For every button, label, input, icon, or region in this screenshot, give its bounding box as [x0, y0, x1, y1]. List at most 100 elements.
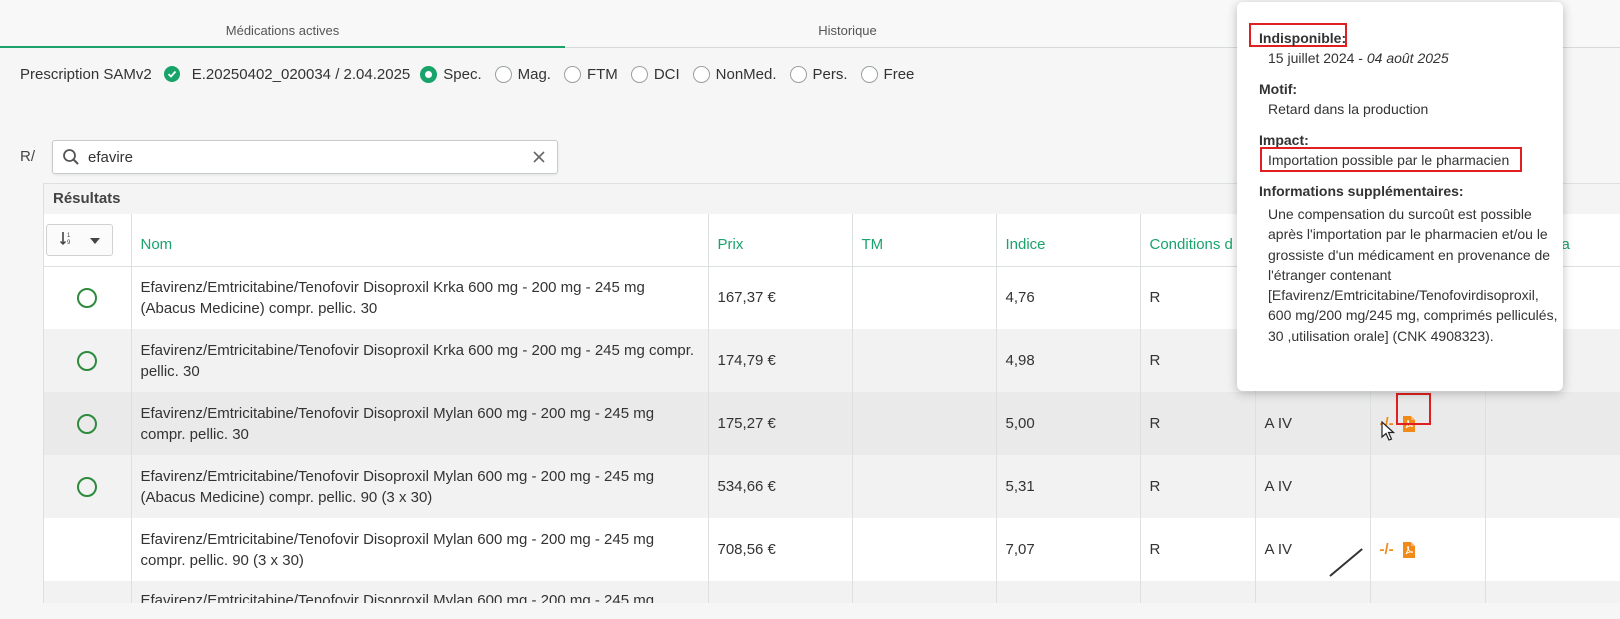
radio-icon: [860, 65, 878, 83]
row-select-cell: [44, 581, 132, 603]
recipe-prefix: R/: [20, 148, 35, 165]
row-select-cell: [44, 266, 132, 329]
row-conditions: R: [1140, 392, 1256, 455]
svg-text:9: 9: [67, 240, 71, 246]
row-availability: [1370, 581, 1486, 603]
row-availability: -/-: [1370, 518, 1486, 581]
row-name: Efavirenz/Emtricitabine/Tenofovir Disopr…: [131, 329, 709, 392]
sort-icon: 19: [59, 230, 75, 250]
mouse-cursor-icon: [1381, 420, 1396, 446]
radio-dci[interactable]: DCI: [630, 65, 680, 83]
row-price: [708, 581, 853, 603]
impact-label: Impact:: [1259, 132, 1309, 148]
row-select-cell: [44, 329, 132, 392]
motif-label: Motif:: [1259, 81, 1298, 97]
svg-text:1: 1: [67, 233, 71, 239]
row-tm: [852, 581, 997, 603]
prescription-label: Prescription SAMv2: [20, 65, 152, 83]
column-header-indice[interactable]: Indice: [996, 214, 1141, 267]
table-row[interactable]: Efavirenz/Emtricitabine/Tenofovir Disopr…: [44, 455, 1620, 518]
row-extra: [1485, 518, 1620, 581]
radio-nonmed[interactable]: NonMed.: [692, 65, 777, 83]
sort-button[interactable]: 19: [46, 223, 113, 256]
row-conditions: [1140, 581, 1256, 603]
row-price: 175,27 €: [708, 392, 853, 455]
radio-free[interactable]: Free: [860, 65, 914, 83]
impact-value: Importation possible par le pharmacien: [1268, 152, 1510, 168]
check-circle-icon: [163, 66, 180, 82]
row-tm: [852, 392, 997, 455]
radio-ftm[interactable]: FTM: [563, 65, 618, 83]
column-header-nom[interactable]: Nom: [131, 214, 709, 267]
row-select-cell: [44, 455, 132, 518]
row-index: 5,31: [996, 455, 1141, 518]
prescription-id: E.20250402_020034 / 2.04.2025: [191, 65, 411, 83]
extra-info-value: Une compensation du surcoût est possible…: [1268, 206, 1558, 344]
row-tm: [852, 518, 997, 581]
row-select-radio[interactable]: [77, 413, 98, 434]
row-name: Efavirenz/Emtricitabine/Tenofovir Disopr…: [131, 581, 709, 603]
row-name: Efavirenz/Emtricitabine/Tenofovir Disopr…: [131, 518, 709, 581]
row-category: A IV: [1255, 392, 1371, 455]
row-extra: [1485, 581, 1620, 603]
unavailability-popover: Indisponible: 15 juillet 2024 - 04 août …: [1237, 2, 1563, 391]
radio-icon: [630, 65, 648, 83]
row-index: 4,76: [996, 266, 1141, 329]
radio-icon: [563, 65, 581, 83]
table-row[interactable]: Efavirenz/Emtricitabine/Tenofovir Disopr…: [44, 581, 1620, 603]
row-extra: [1485, 392, 1620, 455]
row-name: Efavirenz/Emtricitabine/Tenofovir Disopr…: [131, 455, 709, 518]
tab-history[interactable]: Historique: [565, 0, 1130, 48]
pdf-icon-highlight: [1396, 393, 1431, 425]
radio-spec[interactable]: Spec.: [420, 65, 482, 83]
row-tm: [852, 329, 997, 392]
row-index: [996, 581, 1141, 603]
row-price: 708,56 €: [708, 518, 853, 581]
clear-icon[interactable]: [529, 147, 549, 167]
row-select-cell: [44, 392, 132, 455]
row-conditions: R: [1140, 518, 1256, 581]
search-icon: [62, 148, 80, 166]
pdf-file-icon[interactable]: [1400, 541, 1418, 559]
radio-icon: [494, 65, 512, 83]
extra-info-label: Informations supplémentaires:: [1259, 183, 1464, 199]
unavailable-period: 15 juillet 2024 - 04 août 2025: [1268, 50, 1449, 66]
row-tm: [852, 455, 997, 518]
row-category: A IV: [1255, 455, 1371, 518]
row-conditions: R: [1140, 455, 1256, 518]
column-header-tm[interactable]: TM: [852, 214, 997, 267]
radio-mag[interactable]: Mag.: [494, 65, 551, 83]
availability-status: -/-: [1380, 541, 1418, 559]
sort-header: 19: [44, 214, 132, 267]
row-category: A IV: [1255, 518, 1371, 581]
search-input[interactable]: [88, 148, 529, 166]
row-name: Efavirenz/Emtricitabine/Tenofovir Disopr…: [131, 266, 709, 329]
row-tm: [852, 266, 997, 329]
row-price: 174,79 €: [708, 329, 853, 392]
radio-pers[interactable]: Pers.: [789, 65, 848, 83]
radio-icon: [789, 65, 807, 83]
table-row[interactable]: Efavirenz/Emtricitabine/Tenofovir Disopr…: [44, 518, 1620, 581]
row-index: 7,07: [996, 518, 1141, 581]
prescription-bar: Prescription SAMv2 E.20250402_020034 / 2…: [20, 62, 927, 86]
row-index: 5,00: [996, 392, 1141, 455]
row-select-radio[interactable]: [77, 287, 98, 308]
row-select-cell: [44, 518, 132, 581]
row-category: [1255, 581, 1371, 603]
column-header-prix[interactable]: Prix: [708, 214, 853, 267]
radio-selected-icon: [420, 65, 438, 83]
chevron-down-icon: [90, 231, 101, 248]
row-index: 4,98: [996, 329, 1141, 392]
row-select-radio[interactable]: [77, 350, 98, 371]
row-name: Efavirenz/Emtricitabine/Tenofovir Disopr…: [131, 392, 709, 455]
motif-value: Retard dans la production: [1268, 101, 1429, 117]
row-extra: [1485, 455, 1620, 518]
row-price: 167,37 €: [708, 266, 853, 329]
tab-active-medications[interactable]: Médications actives: [0, 0, 565, 48]
radio-icon: [692, 65, 710, 83]
unavailable-label: Indisponible:: [1259, 30, 1347, 46]
row-select-radio[interactable]: [77, 476, 98, 497]
search-box: [52, 140, 558, 174]
row-availability: [1370, 455, 1486, 518]
row-price: 534,66 €: [708, 455, 853, 518]
